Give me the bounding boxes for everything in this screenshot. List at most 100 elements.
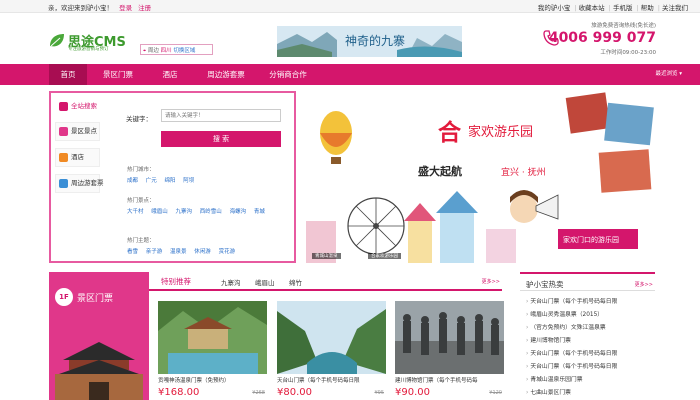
bullet-icon: › xyxy=(526,390,529,396)
nav-scenic-tickets[interactable]: 景区门票 xyxy=(90,64,146,85)
hot-theme-link[interactable]: 休闲游 xyxy=(194,249,211,255)
hot-scenic-link[interactable]: 青城 xyxy=(254,209,265,215)
nav-nearby-packages[interactable]: 周边游套票 xyxy=(196,64,256,85)
hot-city-link[interactable]: 阿坝 xyxy=(183,178,194,184)
search-tab-hotel[interactable]: 酒店 xyxy=(55,148,100,167)
hot-cities-title: 热门城市： xyxy=(127,167,155,173)
hot-sales-item[interactable]: › 天台山门票（每个手机号码每日限 xyxy=(526,348,656,357)
recent-browsing[interactable]: 最近浏览 ▾ xyxy=(655,64,682,85)
nav-distributor[interactable]: 分销商合作 xyxy=(260,64,316,85)
hot-sales-item[interactable]: › 青城山温泉乐园门票 xyxy=(526,374,656,383)
ticket-title[interactable]: 天台山门票（每个手机号码每日限 xyxy=(277,376,386,384)
banner-text: 神奇的九寨 xyxy=(345,34,406,48)
header-ad-banner[interactable]: 神奇的九寨 xyxy=(277,26,462,57)
search-icon xyxy=(59,102,68,111)
hero-big-char: 合 xyxy=(438,120,461,146)
search-tab-scenic[interactable]: 景区景点 xyxy=(55,122,100,141)
leaf-logo-icon xyxy=(50,34,64,47)
bullet-icon: › xyxy=(526,377,529,383)
tab-emeishan[interactable]: 峨眉山 xyxy=(255,277,275,287)
search-tab-packages-label: 周边游套票 xyxy=(71,179,104,187)
bullet-icon: › xyxy=(526,299,529,305)
hot-theme-title: 热门主题： xyxy=(127,238,155,244)
hot-theme-link[interactable]: 温泉景 xyxy=(170,249,187,255)
gate-tower-image xyxy=(49,330,149,400)
scenic-section-side: 1F 景区门票 xyxy=(49,272,149,400)
search-tab-scenic-label: 景区景点 xyxy=(71,127,97,135)
search-tab-hotel-label: 酒店 xyxy=(71,153,84,161)
hot-city-link[interactable]: 成都 xyxy=(127,178,138,184)
hot-cities-list: 成都 广元 绵阳 阿坝 xyxy=(127,176,200,184)
hot-theme-link[interactable]: 看雪 xyxy=(127,249,138,255)
hot-city-link[interactable]: 广元 xyxy=(146,178,157,184)
hot-sales-more-link[interactable]: 更多>> xyxy=(635,281,653,288)
scenic-icon xyxy=(59,127,68,136)
amusement-park-illustration: 家欢门口的游乐园 xyxy=(306,91,655,263)
ticket-title[interactable]: 贡嘎神汤温泉门票（免预约） xyxy=(158,376,267,384)
search-tab-all[interactable]: 全站搜索 xyxy=(55,97,100,116)
city-prefix: 周边 xyxy=(147,48,159,54)
bullet-icon: › xyxy=(526,338,529,344)
scenic-tabs: 特别推荐 九寨沟 峨眉山 绵竹 更多>> xyxy=(149,272,502,291)
recent-browsing-label: 最近浏览 xyxy=(655,71,678,77)
register-link[interactable]: 注册 xyxy=(138,4,151,12)
hero-banner[interactable]: 家欢门口的游乐园 合 家欢游乐园 盛大起航 宜兴 · 抚州 青城山温泉 合家欢游… xyxy=(306,91,655,263)
hot-scenic-link[interactable]: 西岭雪山 xyxy=(200,209,222,215)
ticket-card[interactable]: 贡嘎神汤温泉门票（免预约） ¥168.00 ¥268 xyxy=(158,301,267,400)
switch-city-link[interactable]: 切换区域 xyxy=(173,48,195,54)
hot-sales-item[interactable]: › 天台山门票（每个手机号码每日限 xyxy=(526,296,656,305)
hero-slide-caption[interactable]: 合家欢游乐园 xyxy=(368,253,401,259)
city-switcher[interactable]: ⌖ 周边 四川 切换区域 xyxy=(140,44,213,55)
help-link[interactable]: 帮助 xyxy=(641,4,654,12)
ticket-title[interactable]: 建川博物馆门票（每个手机号码每 xyxy=(395,376,504,384)
hot-theme-link[interactable]: 亲子游 xyxy=(146,249,163,255)
search-tab-packages[interactable]: 周边游套票 xyxy=(55,174,104,193)
hotline-caption: 旅游免费咨询热线(免长途) xyxy=(591,23,656,29)
welcome-text: 亲，欢迎来到驴小宝！ xyxy=(48,4,113,12)
my-account-link[interactable]: 我的驴小宝 xyxy=(538,4,571,12)
hotline-block: 旅游免费咨询热线(免长途) 4006 999 077 工作时间09:00-23:… xyxy=(542,19,658,59)
scenic-section-title: 景区门票 xyxy=(77,294,114,304)
ticket-card[interactable]: 天台山门票（每个手机号码每日限 ¥80.00 ¥95 xyxy=(277,301,386,400)
hot-theme-link[interactable]: 赏花游 xyxy=(219,249,236,255)
hot-scenic-link[interactable]: 海螺沟 xyxy=(230,209,247,215)
ticket-price: ¥90.00 xyxy=(395,387,430,398)
hot-scenic-link[interactable]: 峨眉山 xyxy=(151,209,168,215)
favorites-link[interactable]: 收藏本站 xyxy=(579,4,605,12)
chevron-down-icon: ▾ xyxy=(679,71,682,77)
login-link[interactable]: 登录 xyxy=(119,4,132,12)
ticket-price: ¥80.00 xyxy=(277,387,312,398)
nav-home[interactable]: 首页 xyxy=(49,64,87,85)
hotel-icon xyxy=(59,153,68,162)
package-icon xyxy=(59,179,68,188)
hot-sales-title: 驴小宝热卖 xyxy=(526,280,564,289)
search-button[interactable]: 搜 索 xyxy=(161,131,281,147)
top-bar: 亲，欢迎来到驴小宝！ 登录 注册 我的驴小宝 | 收藏本站 | 手机版 | 帮助 | 关… xyxy=(0,0,700,13)
logo-slogan: 专注旅游营销与预订 xyxy=(68,47,109,52)
nav-hotel[interactable]: 酒店 xyxy=(150,64,190,85)
hot-sales-item[interactable]: › （官方免预约）文殊江温泉票 xyxy=(526,322,656,331)
ticket-card[interactable]: 建川博物馆门票（每个手机号码每 ¥90.00 ¥120 xyxy=(395,301,504,400)
tab-jiuzhaigou[interactable]: 九寨沟 xyxy=(221,277,241,287)
hot-scenic-link[interactable]: 九寨沟 xyxy=(176,209,193,215)
hot-scenic-link[interactable]: 大千村 xyxy=(127,209,144,215)
ticket-market-price: ¥120 xyxy=(489,390,502,396)
mobile-link[interactable]: 手机版 xyxy=(613,4,633,12)
ticket-market-price: ¥268 xyxy=(252,390,265,396)
main-nav: 首页 景区门票 酒店 周边游套票 分销商合作 最近浏览 ▾ xyxy=(0,64,700,85)
hot-sales-panel: 驴小宝热卖 更多>> › 天台山门票（每个手机号码每日限 › 峨眉山灵秀温泉票（20… xyxy=(520,272,655,400)
tab-mianzhu[interactable]: 绵竹 xyxy=(289,277,302,287)
hot-sales-item[interactable]: › 天台山门票（每个手机号码每日限 xyxy=(526,361,656,370)
hero-slide-caption[interactable]: 青城山温泉 xyxy=(312,253,341,259)
hot-sales-header: 驴小宝热卖 更多>> xyxy=(520,272,655,291)
hot-city-link[interactable]: 绵阳 xyxy=(165,178,176,184)
site-logo[interactable]: 思途CMS 专注旅游营销与预订 xyxy=(48,30,138,54)
hero-sign-text: 家欢门口的游乐园 xyxy=(563,235,619,244)
follow-link[interactable]: 关注我们 xyxy=(662,4,688,12)
hot-sales-item[interactable]: › 建川博物馆门票 xyxy=(526,335,656,344)
hot-sales-item[interactable]: › 峨眉山灵秀温泉票（2015） xyxy=(526,309,656,318)
hot-sales-item[interactable]: › 七曲山景区门票 xyxy=(526,387,656,396)
tab-special[interactable]: 特别推荐 xyxy=(161,276,191,287)
scenic-more-link[interactable]: 更多>> xyxy=(482,278,500,285)
keyword-input[interactable] xyxy=(161,109,281,122)
